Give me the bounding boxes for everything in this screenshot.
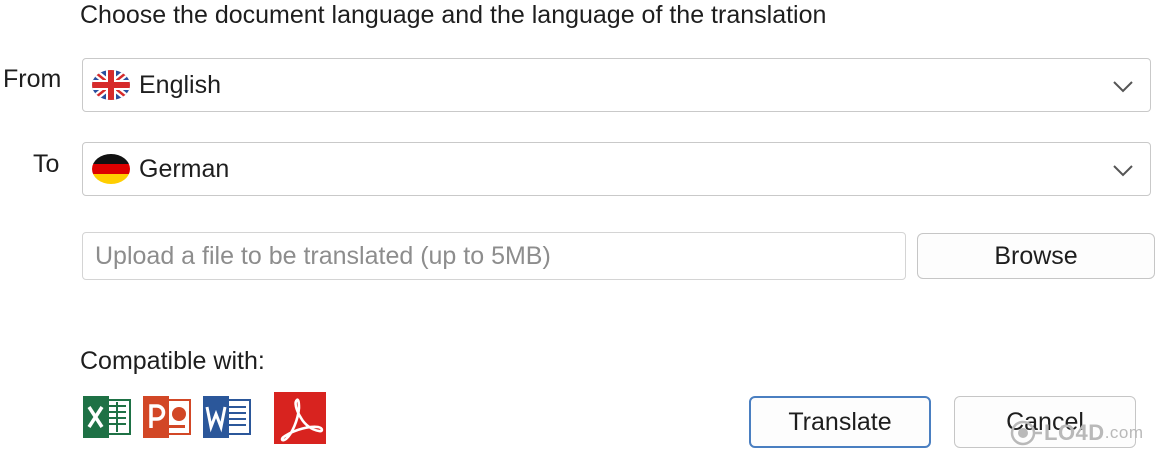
watermark-logo: LO4D .com xyxy=(1010,418,1144,448)
from-language-value: English xyxy=(139,70,221,99)
chevron-down-icon xyxy=(1110,73,1136,99)
compatible-label: Compatible with: xyxy=(80,347,265,375)
to-label: To xyxy=(33,150,60,178)
to-language-select[interactable]: German xyxy=(82,142,1151,196)
pdf-icon xyxy=(274,392,326,444)
from-label: From xyxy=(3,65,62,93)
upload-file-input[interactable] xyxy=(82,232,906,280)
watermark-domain: .com xyxy=(1104,423,1144,442)
uk-flag-icon xyxy=(91,69,131,101)
instruction-text: Choose the document language and the lan… xyxy=(80,1,827,29)
from-language-select[interactable]: English xyxy=(82,58,1151,112)
to-language-value: German xyxy=(139,154,230,183)
watermark-brand: LO4D xyxy=(1044,420,1105,445)
excel-icon xyxy=(82,392,134,444)
browse-button[interactable]: Browse xyxy=(917,233,1155,279)
word-icon xyxy=(202,392,254,444)
watermark-globe-icon xyxy=(1010,420,1042,446)
germany-flag-icon xyxy=(91,153,131,185)
translate-button[interactable]: Translate xyxy=(749,396,931,448)
chevron-down-icon xyxy=(1110,157,1136,183)
powerpoint-icon xyxy=(142,392,194,444)
